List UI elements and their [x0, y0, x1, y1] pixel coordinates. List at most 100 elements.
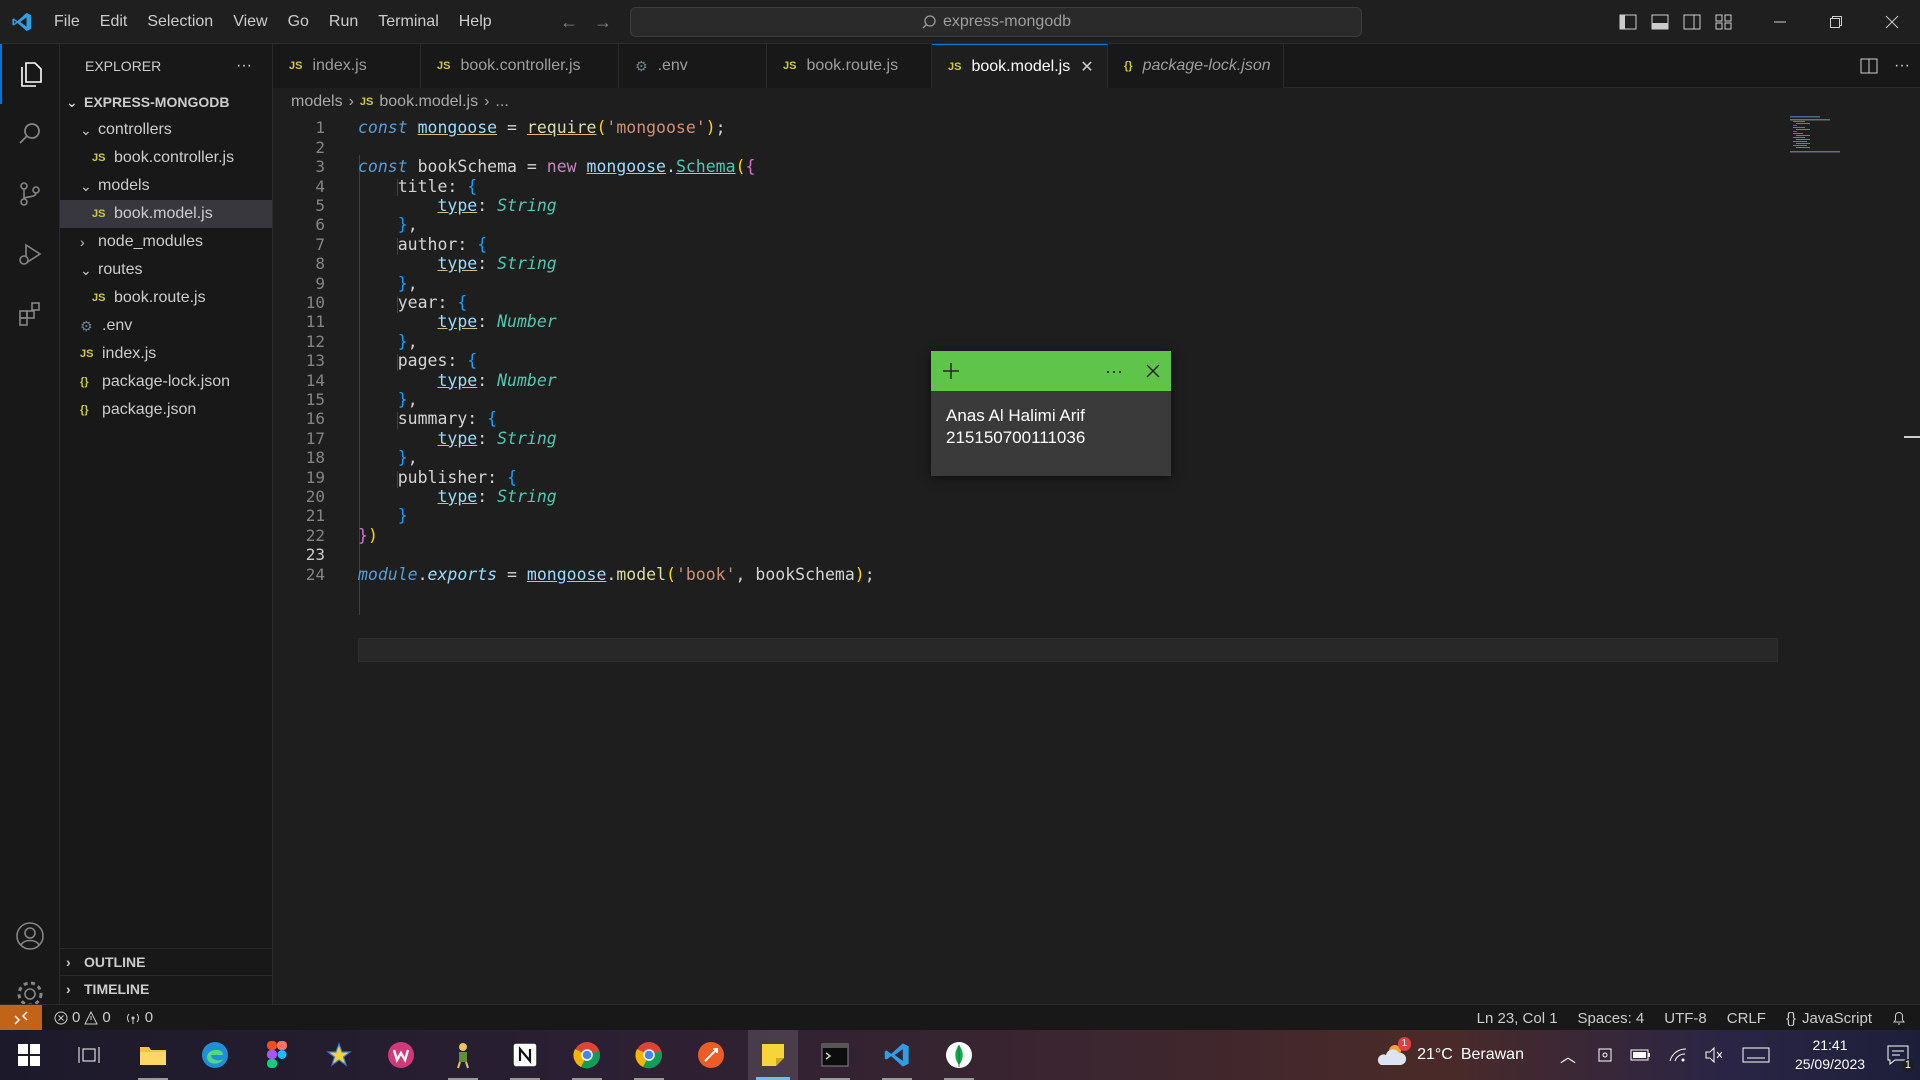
tab-book-route-js[interactable]: JS book.route.js	[767, 44, 932, 88]
restore-icon[interactable]	[1808, 0, 1864, 44]
project-section-header[interactable]: ⌄ EXPRESS-MONGODB	[60, 88, 272, 116]
minimize-icon[interactable]	[1752, 0, 1808, 44]
favorites-app[interactable]	[314, 1030, 364, 1080]
tree-item-label: models	[98, 177, 150, 194]
tree-file-package[interactable]: {} package.json	[60, 396, 272, 424]
run-debug-activity[interactable]	[0, 224, 60, 284]
language-mode[interactable]: {} JavaScript	[1786, 1010, 1872, 1027]
sticky-note-body[interactable]: Anas Al Halimi Arif 215150700111036	[931, 391, 1171, 463]
toggle-secondary-sidebar-icon[interactable]	[1676, 0, 1708, 44]
menu-selection[interactable]: Selection	[137, 0, 223, 44]
ports-indicator[interactable]: 0	[125, 1009, 153, 1026]
more-options-icon[interactable]: ···	[1105, 361, 1123, 382]
source-control-activity[interactable]	[0, 164, 60, 224]
chrome-app[interactable]	[624, 1030, 674, 1080]
breadcrumb-file[interactable]: book.model.js	[379, 93, 478, 111]
tree-file-env[interactable]: ⚙ .env	[60, 312, 272, 340]
edge-browser-app[interactable]	[190, 1030, 240, 1080]
toggle-primary-sidebar-icon[interactable]	[1612, 0, 1644, 44]
chevron-up-icon[interactable]: ︿	[1560, 1043, 1576, 1067]
game-app[interactable]	[438, 1030, 488, 1080]
more-actions-icon[interactable]: ···	[1894, 57, 1910, 75]
tab-env[interactable]: ⚙ .env	[619, 44, 767, 88]
sticky-notes-app[interactable]	[748, 1030, 798, 1080]
menu-edit[interactable]: Edit	[90, 0, 138, 44]
battery-icon[interactable]	[1630, 1048, 1652, 1062]
command-center-search[interactable]: express-mongodb	[630, 7, 1362, 37]
problems-indicator[interactable]: 0 0	[54, 1009, 111, 1026]
tree-folder-controllers[interactable]: ⌄ controllers	[60, 116, 272, 144]
breadcrumb-symbol[interactable]: ...	[495, 93, 508, 111]
weather-widget[interactable]: 1 21°C Berawan	[1377, 1037, 1524, 1069]
outline-section-header[interactable]: › OUTLINE	[60, 948, 273, 975]
cursor-position[interactable]: Ln 23, Col 1	[1477, 1010, 1558, 1027]
tree-file-package-lock[interactable]: {} package-lock.json	[60, 368, 272, 396]
figma-app[interactable]	[252, 1030, 302, 1080]
plus-icon[interactable]	[941, 361, 961, 381]
menu-terminal[interactable]: Terminal	[368, 0, 448, 44]
forward-arrow-icon[interactable]: →	[594, 12, 612, 33]
toggle-panel-icon[interactable]	[1644, 0, 1676, 44]
code-editor[interactable]: 1 const mongoose = require('mongoose'); …	[273, 116, 1920, 1004]
speaker-muted-icon[interactable]	[1704, 1047, 1724, 1063]
menu-run[interactable]: Run	[319, 0, 368, 44]
bell-icon[interactable]	[1892, 1010, 1906, 1026]
minimap[interactable]	[1790, 116, 1870, 176]
tree-folder-models[interactable]: ⌄ models	[60, 172, 272, 200]
sticky-note-header[interactable]: ···	[931, 351, 1171, 391]
split-editor-icon[interactable]	[1860, 58, 1878, 74]
close-icon[interactable]	[1145, 363, 1161, 379]
tab-book-model-js[interactable]: JS book.model.js ✕	[932, 44, 1108, 88]
tab-index-js[interactable]: JS index.js	[273, 44, 421, 88]
menu-go[interactable]: Go	[278, 0, 319, 44]
close-window-icon[interactable]	[1864, 0, 1920, 44]
sticky-note[interactable]: ··· Anas Al Halimi Arif 215150700111036	[931, 351, 1171, 476]
menu-file[interactable]: File	[44, 0, 90, 44]
code-text: module.exports = mongoose.model('book', …	[358, 564, 875, 584]
wifi-icon[interactable]	[1668, 1047, 1688, 1063]
vscode-logo-icon	[0, 0, 44, 44]
keyboard-icon[interactable]	[1742, 1047, 1770, 1063]
tree-file-book-route[interactable]: JS book.route.js	[60, 284, 272, 312]
tree-file-book-controller[interactable]: JS book.controller.js	[60, 144, 272, 172]
more-actions-icon[interactable]: ···	[236, 57, 252, 75]
menu-help[interactable]: Help	[449, 0, 502, 44]
timeline-section-header[interactable]: › TIMELINE	[60, 975, 273, 1002]
tab-book-controller-js[interactable]: JS book.controller.js	[421, 44, 619, 88]
chrome-profile-app[interactable]	[562, 1030, 612, 1080]
terminal-app[interactable]	[810, 1030, 860, 1080]
end-of-line[interactable]: CRLF	[1727, 1010, 1766, 1027]
settings-file-icon: ⚙	[80, 317, 93, 334]
start-button[interactable]	[4, 1030, 54, 1080]
customize-layout-icon[interactable]	[1708, 0, 1740, 44]
notification-center[interactable]: 1	[1876, 1030, 1920, 1080]
wps-office-app[interactable]	[376, 1030, 426, 1080]
postman-app[interactable]	[686, 1030, 736, 1080]
explorer-activity[interactable]	[0, 44, 60, 104]
tree-folder-routes[interactable]: ⌄ routes	[60, 256, 272, 284]
task-view-icon	[78, 1047, 100, 1063]
encoding[interactable]: UTF-8	[1664, 1010, 1707, 1027]
meet-now-icon[interactable]	[1596, 1046, 1614, 1064]
file-explorer-app[interactable]	[128, 1030, 178, 1080]
tree-file-book-model[interactable]: JS book.model.js	[60, 200, 272, 228]
notion-app[interactable]	[500, 1030, 550, 1080]
indentation[interactable]: Spaces: 4	[1578, 1010, 1645, 1027]
tree-folder-node-modules[interactable]: › node_modules	[60, 228, 272, 256]
extensions-activity[interactable]	[0, 284, 60, 344]
remote-indicator[interactable]	[0, 1004, 42, 1031]
menu-view[interactable]: View	[223, 0, 277, 44]
search-activity[interactable]	[0, 104, 60, 164]
clock[interactable]: 21:41 25/09/2023	[1784, 1036, 1876, 1074]
back-arrow-icon[interactable]: ←	[560, 12, 578, 33]
task-view-button[interactable]	[64, 1030, 114, 1080]
accounts-activity[interactable]	[0, 906, 60, 966]
tab-package-lock-json[interactable]: {} package-lock.json	[1108, 44, 1284, 88]
mongodb-compass-app[interactable]	[934, 1030, 984, 1080]
vscode-app[interactable]	[872, 1030, 922, 1080]
error-count: 0	[72, 1009, 81, 1026]
tree-file-index[interactable]: JS index.js	[60, 340, 272, 368]
close-tab-icon[interactable]: ✕	[1080, 57, 1093, 77]
breadcrumb-folder[interactable]: models	[291, 93, 343, 111]
project-name: EXPRESS-MONGODB	[84, 94, 230, 110]
